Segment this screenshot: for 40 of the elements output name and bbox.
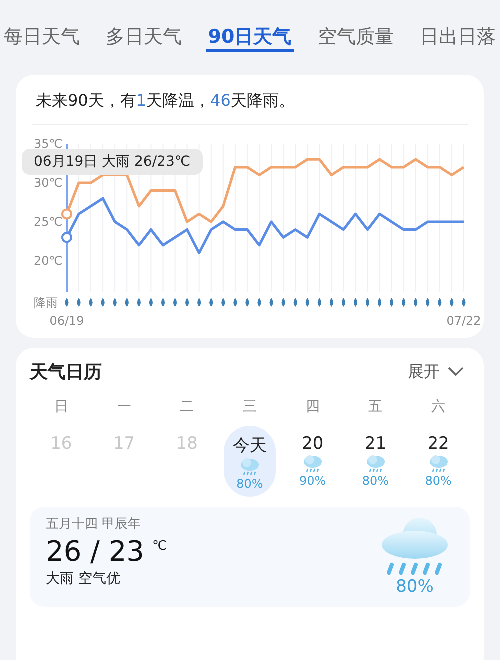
calendar-day[interactable]: 21 80% (350, 426, 402, 497)
axis-label: 25℃ (34, 215, 63, 229)
calendar-day[interactable]: 20 90% (286, 426, 339, 497)
expand-button[interactable]: 展开 (402, 360, 470, 384)
temperature-unit: ℃ (152, 539, 168, 554)
axis-label: 07/22 (446, 314, 482, 328)
section-title: 天气日历 (30, 361, 102, 384)
axis-label: 35℃ (34, 137, 63, 151)
lunar-date: 五月十四 甲辰年 (46, 516, 142, 533)
rain-chance: 80% (396, 577, 434, 597)
tab[interactable]: 90日天气 (206, 24, 294, 52)
point-marker (62, 208, 72, 220)
chevron-down-icon (448, 367, 464, 377)
axis-label: 20℃ (34, 254, 63, 268)
temperature-range: 26 / 23 (46, 535, 144, 568)
weekday-label: 一 (116, 398, 132, 416)
weekday-label: 六 (430, 398, 447, 416)
axis-label: 06/19 (50, 314, 84, 328)
rain-cloud-icon (238, 457, 261, 477)
tab[interactable]: 空气质量 (316, 24, 396, 52)
rain-cloud-icon (364, 454, 387, 474)
rain-cloud-icon (302, 454, 324, 474)
weekday-label: 五 (368, 398, 384, 416)
calendar-day[interactable]: 22 80% (412, 426, 465, 497)
tab[interactable]: 日出日落 (418, 24, 498, 52)
tab[interactable]: 每日天气 (2, 24, 82, 52)
axis-label: 降雨 (34, 296, 58, 310)
weekday-label: 三 (242, 398, 258, 416)
forecast-summary: 未来90天，有1天降温，46天降雨。 (32, 89, 468, 125)
rain-cloud-icon (380, 515, 450, 577)
rain-cloud-icon (428, 454, 450, 474)
tab[interactable]: 多日天气 (104, 24, 184, 52)
weather-condition: 大雨 空气优 (46, 570, 122, 588)
calendar-day[interactable]: 今天 80% (224, 426, 276, 497)
axis-label: 30℃ (34, 176, 63, 190)
chart-tooltip: 06月19日 大雨 26/23℃ (22, 149, 203, 176)
point-marker (62, 232, 72, 244)
weekday-label: 日 (53, 398, 70, 416)
weekday-label: 四 (304, 398, 321, 416)
weekday-label: 二 (179, 398, 196, 416)
